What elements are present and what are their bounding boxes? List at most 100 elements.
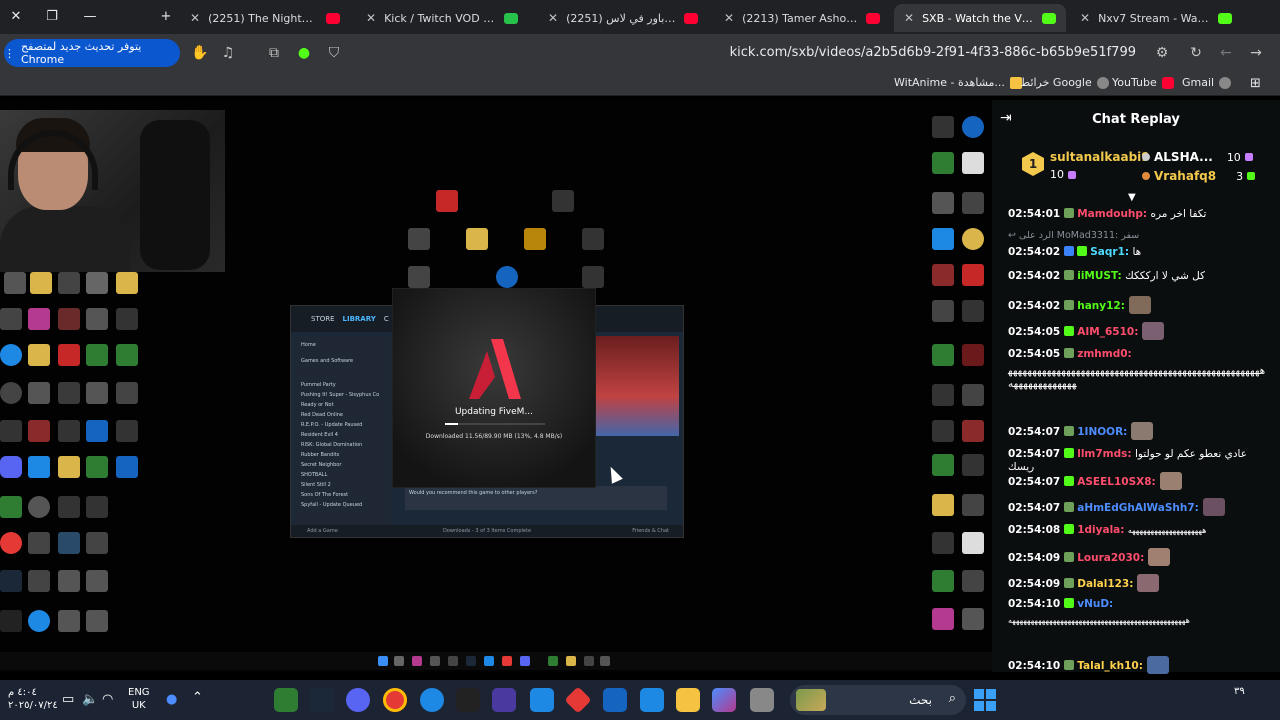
taskbar-app-icon[interactable] — [274, 688, 298, 712]
taskbar-app-icon[interactable] — [564, 686, 592, 714]
outlook-taskbar-icon[interactable] — [603, 688, 627, 712]
extensions-puzzle-icon[interactable]: ⧉ — [264, 43, 284, 63]
username[interactable]: Loura2030: — [1077, 552, 1144, 564]
top-gifter-2[interactable]: ALSHA... 10 — [1142, 150, 1253, 164]
desktop-icon — [408, 228, 430, 250]
username[interactable]: ASEEL10SX8: — [1077, 476, 1156, 488]
restore-window-icon[interactable]: ❐ — [40, 6, 64, 28]
apps-grid-icon[interactable]: ⊞ — [1250, 76, 1261, 91]
bookmark-youtube[interactable]: YouTube — [1112, 76, 1174, 89]
chat-message: 02:54:08 1diyala: ههههههههههههههههههههه — [1008, 524, 1270, 537]
top-gifter-3[interactable]: Vrahafq8 3 — [1142, 169, 1256, 183]
desktop-icon — [932, 420, 954, 442]
username[interactable]: hany12: — [1077, 300, 1125, 312]
video-player[interactable]: STORE LIBRARY C Home Games and Software … — [0, 100, 992, 672]
timestamp: 02:54:10 — [1008, 660, 1061, 672]
taskbar-search[interactable]: بحث ⌕ — [790, 685, 966, 715]
username[interactable]: AIM_6510: — [1077, 326, 1138, 338]
username[interactable]: 1diyala: — [1077, 524, 1124, 536]
back-icon[interactable]: → — [1246, 43, 1266, 63]
tab-youtube-nights[interactable]: ✕ (2251) The Nights - YouTub — [180, 4, 350, 32]
epic-games-taskbar-icon[interactable] — [456, 688, 480, 712]
desktop-icon — [932, 570, 954, 592]
edge-taskbar-icon[interactable] — [420, 688, 444, 712]
site-settings-icon[interactable]: ⚙ — [1152, 43, 1172, 63]
volume-icon[interactable]: 🔈 — [82, 692, 98, 707]
system-clock[interactable]: ٤:٠٤ م ٢٠٢٥/٠٧/٢٤ — [8, 686, 58, 712]
chrome-update-button[interactable]: ⋮ يتوفر تحديث جديد لمتصفح Chrome — [4, 39, 180, 67]
tab-nxv7-stream[interactable]: ✕ Nxv7 Stream - Watch Live — [1070, 4, 1242, 32]
close-window-icon[interactable]: ✕ — [4, 6, 28, 28]
taskbar-app-icon[interactable] — [750, 688, 774, 712]
battery-icon[interactable]: ▭ — [62, 692, 74, 707]
tab-title: (2213) Tamer Ashour - Hay — [742, 11, 858, 25]
username[interactable]: Dalal123: — [1077, 578, 1133, 590]
timestamp: 02:54:07 — [1008, 448, 1061, 460]
emote-image — [1146, 656, 1169, 674]
username[interactable]: aHmEdGhAlWaShh7: — [1077, 502, 1199, 514]
expand-gifters-icon[interactable]: ▼ — [1128, 192, 1136, 203]
reload-icon[interactable]: ↻ — [1186, 43, 1206, 63]
fivem-logo-icon — [469, 339, 521, 399]
show-hidden-icons-icon[interactable]: ⌃ — [192, 690, 203, 705]
new-tab-icon[interactable]: + — [154, 6, 178, 28]
chat-message: 02:54:02 Saqr1: ها — [1008, 246, 1270, 259]
emote-image — [1137, 574, 1160, 592]
username[interactable]: zmhmd0: — [1077, 348, 1132, 360]
tab-close-icon[interactable]: ✕ — [1080, 11, 1090, 25]
bookmark-gmail[interactable]: Gmail — [1182, 76, 1232, 89]
store-taskbar-icon[interactable] — [640, 688, 664, 712]
chrome-taskbar-icon[interactable] — [383, 688, 407, 712]
gift-icon — [1244, 153, 1253, 161]
forward-icon[interactable]: ← — [1216, 43, 1236, 63]
dropbox-taskbar-icon[interactable] — [530, 688, 554, 712]
microphone-icon[interactable]: ● — [166, 692, 177, 707]
tab-close-icon[interactable]: ✕ — [190, 11, 200, 25]
desktop-icon — [932, 116, 954, 138]
username[interactable]: Saqr1: — [1090, 246, 1129, 258]
top-gifter-1[interactable]: sultanalkaabi9 — [1050, 150, 1150, 164]
tab-youtube-arabic[interactable]: ✕ (2251) شباب باور في لاس — [538, 4, 708, 32]
tab-youtube-tamer[interactable]: ✕ (2213) Tamer Ashour - Hay — [714, 4, 890, 32]
windows-start-icon[interactable] — [974, 689, 996, 711]
downloads-label: Downloads - 3 of 3 Items Complete — [442, 528, 532, 534]
media-controls-icon[interactable]: ♫ — [218, 43, 238, 63]
file-explorer-taskbar-icon[interactable] — [676, 688, 700, 712]
desktop-icon — [116, 420, 138, 442]
desktop-icon — [962, 384, 984, 406]
tab-close-icon[interactable]: ✕ — [366, 11, 376, 25]
username[interactable]: Mamdouhp: — [1077, 208, 1147, 220]
copilot-taskbar-icon[interactable] — [712, 688, 736, 712]
bookmark-witanime[interactable]: WitAnime - مشاهدة... — [894, 76, 1022, 89]
taskbar-app-icon[interactable] — [492, 688, 516, 712]
wifi-icon[interactable]: ◠ — [102, 692, 113, 707]
username[interactable]: 1INOOR: — [1077, 426, 1127, 438]
kick-favicon-icon — [1218, 12, 1232, 24]
username[interactable]: vNuD: — [1077, 598, 1113, 610]
extension-green-icon[interactable]: ● — [294, 43, 314, 63]
username[interactable]: llm7mds: — [1077, 448, 1131, 460]
tab-kick-twitch-downloader[interactable]: ✕ Kick / Twitch VOD downlo — [356, 4, 528, 32]
minimize-window-icon[interactable]: — — [78, 6, 102, 28]
gifter-name: sultanalkaabi9 — [1050, 150, 1150, 164]
language-indicator[interactable]: ENG UK — [128, 686, 150, 712]
desktop-icon — [28, 570, 50, 592]
tab-close-icon[interactable]: ✕ — [548, 11, 558, 25]
discord-taskbar-icon[interactable] — [346, 688, 370, 712]
bookmark-google-maps[interactable]: خرائط Google — [1020, 76, 1109, 89]
extension-hand-icon[interactable]: ✋ — [190, 43, 210, 63]
steam-taskbar-icon[interactable] — [310, 688, 334, 712]
tab-close-icon[interactable]: ✕ — [724, 11, 734, 25]
tab-sxb-vod[interactable]: ✕ SXB - Watch the VOD — [894, 4, 1066, 32]
timestamp: 02:54:05 — [1008, 348, 1061, 360]
game-item: Sons Of The Forest — [301, 492, 349, 498]
desktop-icon — [0, 382, 22, 404]
shield-extension-icon[interactable]: ⛉ — [324, 43, 344, 63]
notification-badge[interactable]: ٣٩ — [1234, 686, 1245, 697]
address-bar[interactable]: kick.com/sxb/videos/a2b5d6b9-2f91-4f33-8… — [360, 38, 1180, 68]
tab-close-icon[interactable]: ✕ — [904, 11, 914, 25]
user-badge-icon — [1064, 578, 1075, 588]
username[interactable]: Talal_kh10: — [1077, 660, 1143, 672]
user-badge-icon — [1064, 300, 1075, 310]
username[interactable]: iiMUST: — [1077, 270, 1122, 282]
